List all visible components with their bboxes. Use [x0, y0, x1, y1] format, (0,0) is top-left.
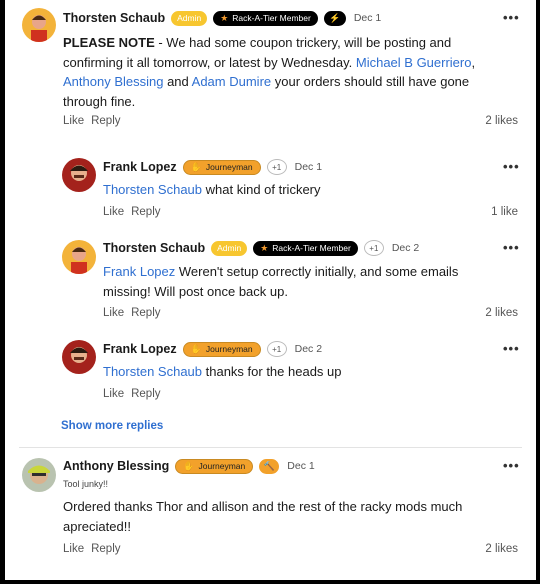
mention-link[interactable]: Michael B Guerriero — [356, 55, 472, 70]
mention-link[interactable]: Thorsten Schaub — [103, 364, 202, 379]
more-options-icon[interactable]: ••• — [503, 458, 520, 473]
comment-date: Dec 1 — [287, 460, 315, 472]
avatar-anthony[interactable] — [22, 458, 56, 492]
comment-date: Dec 2 — [391, 242, 420, 254]
comment-5-header: Anthony Blessing ✋ Journeyman 🔨 Dec 1 — [63, 456, 315, 476]
like-count[interactable]: 2 likes — [485, 115, 518, 127]
hand-icon: ✋ — [183, 460, 195, 471]
comment-4-header: Frank Lopez ✋ Journeyman +1 Dec 2 — [103, 339, 322, 359]
like-button[interactable]: Like — [63, 115, 84, 127]
reply-button[interactable]: Reply — [91, 543, 120, 555]
star-icon: ★ — [260, 242, 269, 253]
comment-4-actions: Like Reply — [103, 388, 161, 400]
comment-1-header: Thorsten Schaub Admin ★ Rack-A-Tier Membe… — [63, 8, 381, 28]
avatar-thorsten[interactable] — [62, 240, 96, 274]
like-count[interactable]: 2 likes — [485, 543, 518, 555]
comment-1-actions: Like Reply — [63, 115, 121, 127]
plus-one-badge: +1 — [266, 159, 287, 175]
author-name[interactable]: Frank Lopez — [103, 160, 177, 174]
reply-button[interactable]: Reply — [91, 115, 120, 127]
reply-button[interactable]: Reply — [131, 307, 160, 319]
star-icon: ★ — [220, 12, 229, 23]
comment-5-actions: Like Reply — [63, 543, 121, 555]
admin-badge: Admin — [211, 240, 248, 256]
comment-date: Dec 1 — [353, 12, 382, 24]
comment-1-body: PLEASE NOTE - We had some coupon tricker… — [63, 35, 476, 109]
more-options-icon[interactable]: ••• — [503, 240, 520, 255]
avatar-frank[interactable] — [62, 340, 96, 374]
reply-button[interactable]: Reply — [131, 206, 160, 218]
comment-3-actions: Like Reply — [103, 307, 161, 319]
like-button[interactable]: Like — [63, 543, 84, 555]
comment-2-header: Frank Lopez ✋ Journeyman +1 Dec 1 — [103, 157, 322, 177]
avatar-thorsten[interactable] — [22, 8, 56, 42]
journeyman-badge: ✋ Journeyman — [182, 159, 261, 175]
lightning-bolt-icon: ⚡ — [323, 10, 346, 26]
comment-4-body: Thorsten Schaub thanks for the heads up — [103, 364, 342, 379]
comment-3-body: Frank Lopez Weren't setup correctly init… — [103, 264, 459, 299]
mention-link[interactable]: Anthony Blessing — [63, 74, 163, 89]
avatar-frank[interactable] — [62, 158, 96, 192]
comment-5-body: Ordered thanks Thor and allison and the … — [63, 499, 463, 534]
comment-date: Dec 1 — [294, 161, 323, 173]
more-options-icon[interactable]: ••• — [503, 341, 520, 356]
journeyman-badge: ✋ Journeyman — [175, 458, 254, 474]
more-options-icon[interactable]: ••• — [503, 10, 520, 25]
comments-thread: Thorsten Schaub Admin ★ Rack-A-Tier Membe… — [5, 0, 536, 580]
like-button[interactable]: Like — [103, 388, 124, 400]
like-button[interactable]: Like — [103, 206, 124, 218]
hand-icon: ✋ — [190, 161, 202, 172]
plus-one-badge: +1 — [266, 341, 287, 357]
like-count[interactable]: 1 like — [491, 206, 518, 218]
comment-2-body: Thorsten Schaub what kind of trickery — [103, 182, 321, 197]
comment-date: Dec 2 — [294, 343, 323, 355]
plus-one-badge: +1 — [363, 240, 384, 256]
comment-2-actions: Like Reply — [103, 206, 161, 218]
user-subtitle: Tool junky!! — [63, 479, 109, 489]
admin-badge: Admin — [171, 10, 208, 26]
rack-member-badge: ★ Rack-A-Tier Member — [253, 240, 358, 256]
mention-link[interactable]: Adam Dumire — [192, 74, 271, 89]
divider — [19, 447, 522, 448]
hammer-icon: 🔨 — [259, 458, 280, 474]
show-more-replies-link[interactable]: Show more replies — [61, 420, 163, 432]
mention-link[interactable]: Frank Lopez — [103, 264, 175, 279]
like-count[interactable]: 2 likes — [485, 307, 518, 319]
journeyman-badge: ✋ Journeyman — [182, 341, 261, 357]
more-options-icon[interactable]: ••• — [503, 159, 520, 174]
comment-3-header: Thorsten Schaub Admin ★ Rack-A-Tier Membe… — [103, 238, 419, 258]
author-name[interactable]: Thorsten Schaub — [103, 241, 205, 255]
reply-button[interactable]: Reply — [131, 388, 160, 400]
hand-icon: ✋ — [190, 343, 202, 354]
author-name[interactable]: Anthony Blessing — [63, 459, 169, 473]
rack-member-badge: ★ Rack-A-Tier Member — [213, 10, 318, 26]
like-button[interactable]: Like — [103, 307, 124, 319]
mention-link[interactable]: Thorsten Schaub — [103, 182, 202, 197]
author-name[interactable]: Thorsten Schaub — [63, 11, 165, 25]
author-name[interactable]: Frank Lopez — [103, 342, 177, 356]
